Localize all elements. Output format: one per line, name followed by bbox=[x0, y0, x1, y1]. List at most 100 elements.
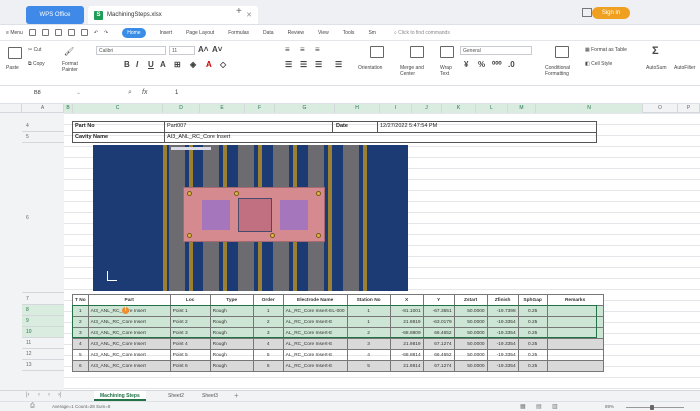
table-cell[interactable]: AL_RC_Core Insert-E bbox=[282, 360, 348, 372]
col-header-c[interactable]: C bbox=[73, 104, 163, 113]
new-tab-icon[interactable]: + bbox=[236, 6, 242, 17]
wrap-text-button[interactable]: Wrap Text bbox=[440, 65, 456, 77]
last-sheet-icon[interactable]: ›| bbox=[58, 392, 62, 398]
table-cell[interactable] bbox=[546, 338, 604, 350]
table-cell[interactable] bbox=[546, 316, 604, 328]
table-cell[interactable]: 2 bbox=[346, 327, 391, 339]
table-cell[interactable]: 5 bbox=[72, 349, 89, 361]
copy-button[interactable]: ⧉ Copy bbox=[28, 61, 45, 67]
redo-icon[interactable]: ↷ bbox=[104, 30, 108, 36]
paste-icon[interactable] bbox=[8, 47, 22, 59]
table-cell[interactable]: Point 1 bbox=[169, 305, 211, 317]
col-header-h[interactable]: H bbox=[335, 104, 380, 113]
table-cell[interactable]: 0.25 bbox=[517, 327, 548, 339]
align-top-icon[interactable]: ≡ bbox=[285, 45, 290, 54]
fx-icon[interactable]: fx bbox=[142, 89, 147, 96]
col-header-p[interactable]: P bbox=[678, 104, 700, 113]
cell-style-button[interactable]: ◧ Cell Style bbox=[585, 61, 612, 67]
autofilter-button[interactable]: AutoFilter bbox=[674, 65, 695, 71]
table-cell[interactable]: AL_RC_Core Insert-E bbox=[282, 349, 348, 361]
bold-icon[interactable]: B bbox=[124, 60, 130, 69]
table-cell[interactable]: 0.25 bbox=[517, 360, 548, 372]
formula-input[interactable]: 1 bbox=[175, 90, 178, 96]
table-cell[interactable]: -81.1001 bbox=[389, 305, 424, 317]
table-row[interactable]: 1 AI3_ANL_RC_Core Insert Point 1 Rough 1 AL_R… bbox=[72, 305, 604, 317]
table-cell[interactable]: 66.4652 bbox=[422, 349, 455, 361]
table-cell[interactable]: -19.3354 bbox=[486, 360, 519, 372]
table-cell[interactable] bbox=[546, 349, 604, 361]
table-cell[interactable]: 50.0000 bbox=[453, 349, 488, 361]
table-cell[interactable]: 67.1274 bbox=[422, 360, 455, 372]
col-header-j[interactable]: J bbox=[412, 104, 442, 113]
table-cell[interactable]: 0.25 bbox=[517, 349, 548, 361]
col-header-d[interactable]: D bbox=[163, 104, 200, 113]
table-cell[interactable]: 21.9819 bbox=[389, 338, 424, 350]
table-cell[interactable] bbox=[546, 327, 604, 339]
add-sheet-icon[interactable]: + bbox=[234, 391, 239, 400]
save-icon[interactable] bbox=[54, 29, 62, 36]
table-cell[interactable]: 1 bbox=[346, 305, 391, 317]
table-cell[interactable]: -68.8814 bbox=[389, 349, 424, 361]
table-cell[interactable]: -63.0179 bbox=[422, 316, 455, 328]
sheet-tab-machining-steps[interactable]: Machining Steps bbox=[94, 391, 146, 401]
col-header-a[interactable]: A bbox=[22, 104, 64, 113]
menu-more[interactable]: Sm bbox=[368, 30, 376, 36]
menu-data[interactable]: Data bbox=[263, 30, 274, 36]
col-header-n[interactable]: N bbox=[536, 104, 643, 113]
cut-button[interactable]: ✂ Cut bbox=[28, 47, 41, 53]
table-cell[interactable] bbox=[546, 305, 604, 317]
menu-tools[interactable]: Tools bbox=[343, 30, 355, 36]
warning-icon[interactable]: ! bbox=[122, 307, 129, 314]
chevron-down-icon[interactable]: ⌄ bbox=[76, 90, 81, 96]
spreadsheet-grid[interactable]: Part No Part007 Date 12/27/2022 5:47:54 … bbox=[64, 113, 700, 390]
table-cell[interactable]: Rough bbox=[209, 349, 254, 361]
table-cell[interactable]: -68.8809 bbox=[389, 327, 424, 339]
fill-color-icon[interactable]: ◈ bbox=[190, 60, 196, 69]
table-cell[interactable]: 3 bbox=[346, 338, 391, 350]
sheet-tab-sheet2[interactable]: Sheet2 bbox=[162, 391, 190, 401]
thousands-icon[interactable]: ⁰⁰⁰ bbox=[492, 60, 502, 69]
align-center-icon[interactable]: ☰ bbox=[300, 60, 307, 69]
menu-view[interactable]: View bbox=[318, 30, 329, 36]
table-cell[interactable]: Rough bbox=[209, 305, 254, 317]
row-header-9[interactable]: 9 bbox=[22, 316, 64, 327]
col-header-m[interactable]: M bbox=[508, 104, 536, 113]
menu-home[interactable]: Home bbox=[122, 27, 146, 38]
col-header-o[interactable]: O bbox=[643, 104, 678, 113]
table-cell[interactable]: 6 bbox=[252, 360, 284, 372]
table-row[interactable]: 4 AI3_ANL_RC_Core Insert Point 4 Rough 4 AL_R… bbox=[72, 338, 604, 350]
part-no-value[interactable]: Part007 bbox=[167, 123, 186, 129]
number-format-select[interactable]: General bbox=[460, 46, 532, 55]
menu-main[interactable]: ≡ Menu bbox=[6, 30, 23, 36]
table-cell[interactable]: 50.0000 bbox=[453, 316, 488, 328]
table-cell[interactable]: 5 bbox=[346, 360, 391, 372]
table-cell[interactable]: AL_RC_Core Insert-E bbox=[282, 327, 348, 339]
erase-format-icon[interactable]: ◇ bbox=[220, 60, 226, 69]
font-size-select[interactable]: 11 bbox=[169, 46, 195, 55]
format-painter-button[interactable]: Format Painter bbox=[62, 61, 86, 73]
table-cell[interactable]: AL_RC_Core Insert-EL-000 bbox=[282, 305, 348, 317]
orientation-button[interactable]: Orientation bbox=[358, 65, 382, 71]
format-painter-icon[interactable]: 🖌 bbox=[64, 47, 74, 56]
table-cell[interactable]: AI3_ANL_RC_Core Insert bbox=[87, 305, 171, 317]
table-cell[interactable]: -19.3354 bbox=[486, 316, 519, 328]
justify-icon[interactable]: ☰ bbox=[335, 60, 342, 69]
table-cell[interactable]: -19.3354 bbox=[486, 338, 519, 350]
open-folder-icon[interactable] bbox=[41, 29, 49, 36]
percent-icon[interactable]: % bbox=[478, 60, 485, 69]
table-cell[interactable]: Rough bbox=[209, 338, 254, 350]
table-cell[interactable]: 21.9814 bbox=[389, 360, 424, 372]
cavity-name-value[interactable]: AI3_ANL_RC_Core Insert bbox=[167, 134, 230, 140]
table-row[interactable]: 3 AI3_ANL_RC_Core Insert Point 3 Rough 3 AL_R… bbox=[72, 327, 604, 339]
sheet-tab-sheet3[interactable]: Sheet3 bbox=[196, 391, 224, 401]
table-cell[interactable]: -19.7398 bbox=[486, 305, 519, 317]
normal-view-icon[interactable]: ▦ bbox=[520, 403, 526, 410]
table-cell[interactable]: 0.25 bbox=[517, 305, 548, 317]
command-search[interactable]: ⌕ Click to find commands bbox=[394, 30, 450, 36]
name-box[interactable]: B8 ⌄ bbox=[34, 90, 114, 100]
merge-center-button[interactable]: Merge and Center bbox=[400, 65, 430, 77]
table-cell[interactable]: Point 3 bbox=[169, 327, 211, 339]
row-header-13[interactable]: 13 bbox=[22, 360, 64, 371]
date-value[interactable]: 12/27/2022 5:47:54 PM bbox=[380, 123, 437, 129]
close-tab-icon[interactable]: ✕ bbox=[246, 11, 252, 19]
